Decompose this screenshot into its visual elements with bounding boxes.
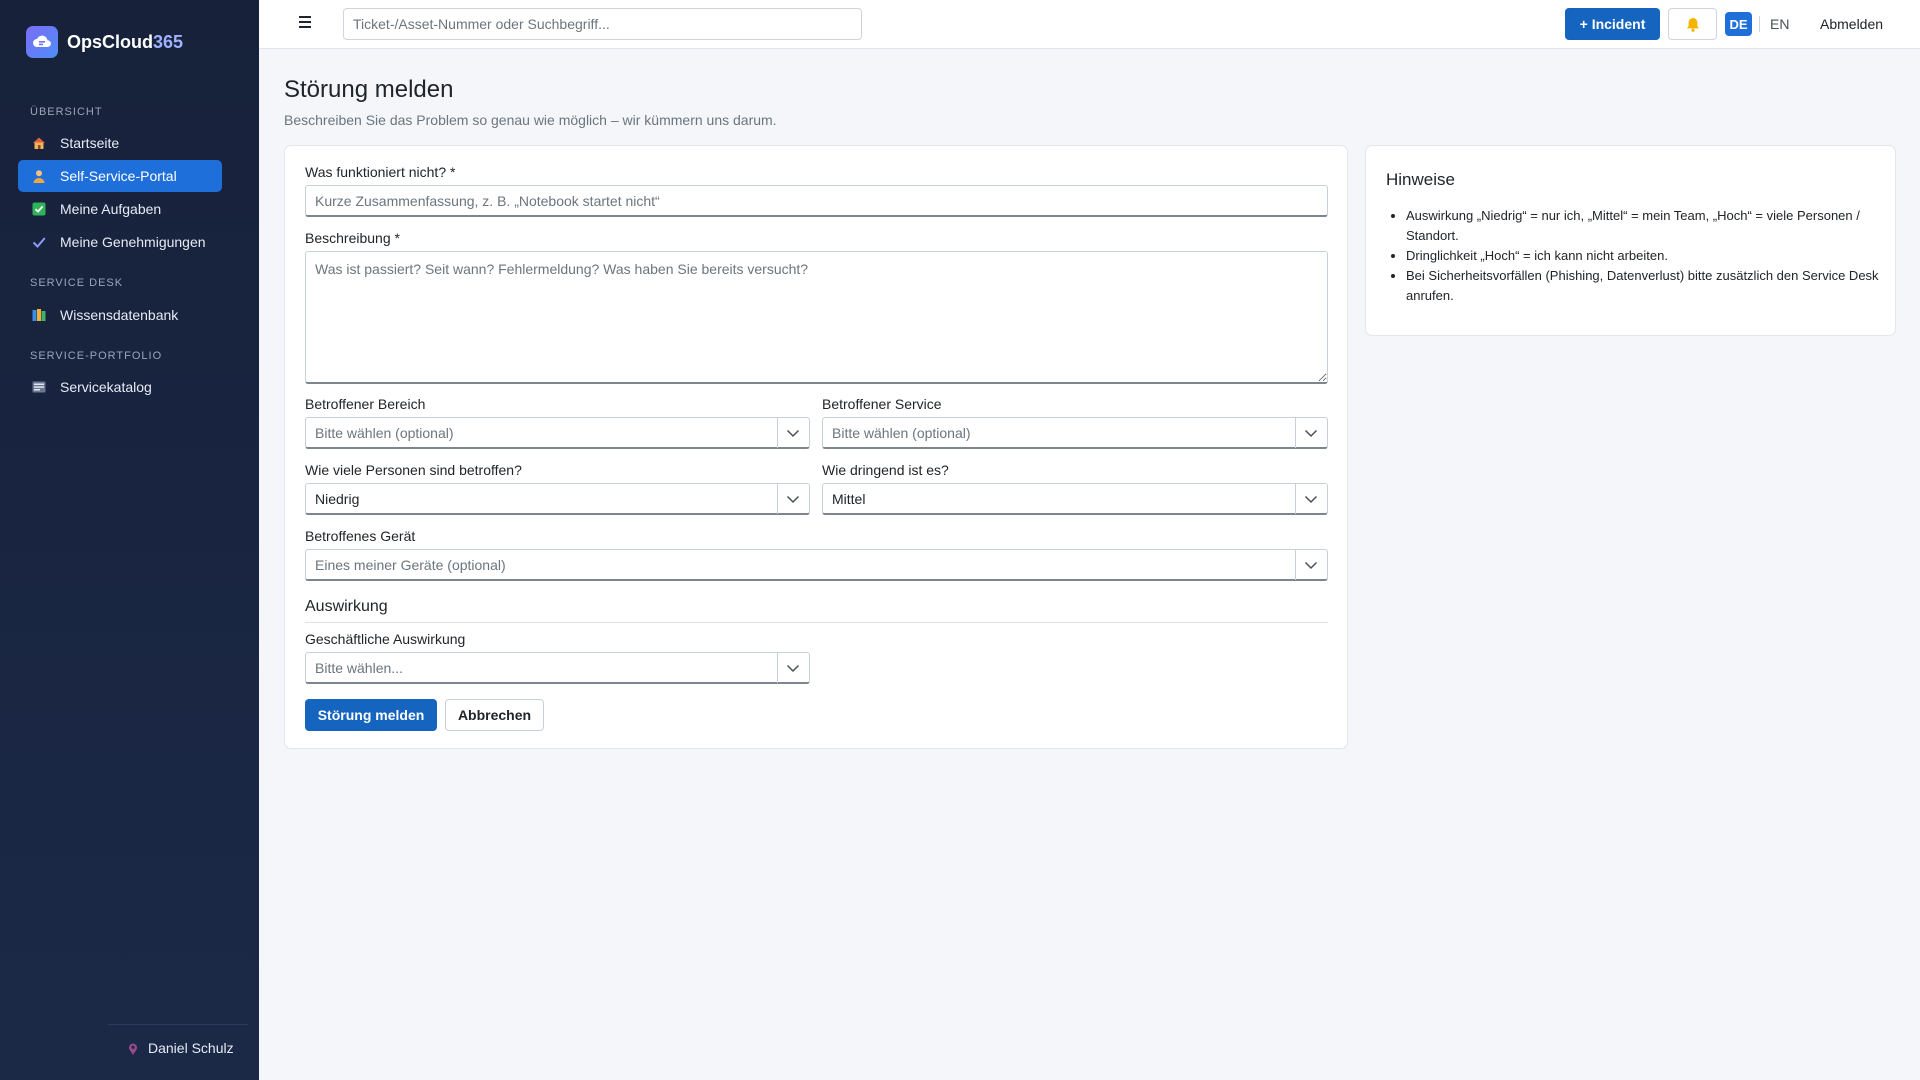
sidebar-item-label: Meine Genehmigungen <box>60 234 206 250</box>
language-en-button[interactable]: EN <box>1770 16 1789 32</box>
urgency-select[interactable]: Mittel <box>822 483 1328 515</box>
area-label: Betroffener Bereich <box>305 396 426 412</box>
chevron-down-icon <box>786 664 800 673</box>
pin-icon <box>128 1042 138 1055</box>
sidebar-item-servicekatalog[interactable]: Servicekatalog <box>18 371 222 403</box>
incident-form-card: Was funktioniert nicht? * Beschreibung *… <box>284 145 1348 749</box>
section-divider <box>305 622 1328 623</box>
sidebar-section-service-portfolio: Service-Portfolio <box>30 350 163 362</box>
sidebar: OpsCloud365 Übersicht Startseite Self-Se… <box>0 0 259 1080</box>
device-label: Betroffenes Gerät <box>305 528 416 544</box>
area-select-value: Bitte wählen (optional) <box>315 425 454 441</box>
hints-title: Hinweise <box>1386 170 1455 189</box>
sidebar-section-service-desk: Service Desk <box>30 277 124 289</box>
hamburger-menu-icon[interactable] <box>299 16 311 28</box>
device-select[interactable]: Eines meiner Geräte (optional) <box>305 549 1328 581</box>
page-title: Störung melden <box>284 76 454 103</box>
hints-list: Auswirkung „Niedrig“ = nur ich, „Mittel“… <box>1406 206 1881 306</box>
search-input[interactable] <box>343 8 862 40</box>
impact-people-label: Wie viele Personen sind betroffen? <box>305 462 522 478</box>
hint-item: Auswirkung „Niedrig“ = nur ich, „Mittel“… <box>1406 206 1881 246</box>
hint-item: Bei Sicherheitsvorfällen (Phishing, Date… <box>1406 266 1881 306</box>
user-name: Daniel Schulz <box>148 1040 234 1056</box>
device-select-value: Eines meiner Geräte (optional) <box>315 557 506 573</box>
sidebar-item-label: Startseite <box>60 135 120 151</box>
impact-people-select-value: Niedrig <box>315 491 360 507</box>
house-icon <box>32 136 46 150</box>
sidebar-item-label: Wissensdatenbank <box>60 307 179 323</box>
service-select-value: Bitte wählen (optional) <box>832 425 971 441</box>
language-separator <box>1759 16 1760 32</box>
chevron-down-icon <box>786 495 800 504</box>
select-separator <box>1295 418 1296 448</box>
catalog-icon <box>32 380 46 394</box>
topbar: + Incident DE EN Abmelden <box>259 0 1920 49</box>
bell-icon <box>1686 17 1699 32</box>
new-incident-button[interactable]: + Incident <box>1565 8 1660 40</box>
hints-card: Hinweise Auswirkung „Niedrig“ = nur ich,… <box>1365 145 1896 336</box>
logout-button[interactable]: Abmelden <box>1820 16 1883 32</box>
summary-input[interactable] <box>305 185 1328 217</box>
select-separator <box>777 653 778 683</box>
chevron-down-icon <box>1304 429 1318 438</box>
sidebar-item-meine-genehmigungen[interactable]: Meine Genehmigungen <box>18 226 222 258</box>
user-profile[interactable]: Daniel Schulz <box>128 1040 234 1056</box>
brand[interactable]: OpsCloud365 <box>26 26 183 58</box>
sidebar-item-wissensdatenbank[interactable]: Wissensdatenbank <box>18 299 222 331</box>
submit-incident-button[interactable]: Störung melden <box>305 699 437 731</box>
checkmark-icon <box>32 235 46 249</box>
chevron-down-icon <box>1304 495 1318 504</box>
business-impact-label: Geschäftliche Auswirkung <box>305 631 466 647</box>
urgency-select-value: Mittel <box>832 491 866 507</box>
language-de-button[interactable]: DE <box>1725 12 1752 36</box>
sidebar-item-label: Meine Aufgaben <box>60 201 162 217</box>
cloud-logo-icon <box>26 26 58 58</box>
page-subtitle: Beschreiben Sie das Problem so genau wie… <box>284 112 777 128</box>
brand-name: OpsCloud365 <box>67 31 184 52</box>
description-label: Beschreibung * <box>305 230 400 246</box>
urgency-label: Wie dringend ist es? <box>822 462 949 478</box>
sidebar-item-meine-aufgaben[interactable]: Meine Aufgaben <box>18 193 222 225</box>
sidebar-section-uebersicht: Übersicht <box>30 106 103 118</box>
sidebar-divider <box>108 1024 248 1025</box>
impact-section-heading: Auswirkung <box>305 598 388 615</box>
sidebar-item-startseite[interactable]: Startseite <box>18 127 222 159</box>
select-separator <box>777 484 778 514</box>
area-select[interactable]: Bitte wählen (optional) <box>305 417 810 449</box>
notifications-button[interactable] <box>1668 8 1717 40</box>
checkbox-icon <box>32 202 46 216</box>
service-label: Betroffener Service <box>822 396 942 412</box>
person-icon <box>32 169 46 183</box>
hint-item: Dringlichkeit „Hoch“ = ich kann nicht ar… <box>1406 246 1881 266</box>
business-impact-select[interactable]: Bitte wählen... <box>305 652 810 684</box>
service-select[interactable]: Bitte wählen (optional) <box>822 417 1328 449</box>
description-textarea[interactable] <box>305 251 1328 384</box>
chevron-down-icon <box>786 429 800 438</box>
select-separator <box>1295 484 1296 514</box>
books-icon <box>32 308 46 322</box>
impact-people-select[interactable]: Niedrig <box>305 483 810 515</box>
select-separator <box>1295 550 1296 580</box>
chevron-down-icon <box>1304 561 1318 570</box>
select-separator <box>777 418 778 448</box>
summary-label: Was funktioniert nicht? * <box>305 164 456 180</box>
sidebar-item-label: Servicekatalog <box>60 379 152 395</box>
sidebar-item-self-service-portal[interactable]: Self-Service-Portal <box>18 160 222 192</box>
business-impact-select-value: Bitte wählen... <box>315 660 403 676</box>
sidebar-item-label: Self-Service-Portal <box>60 168 177 184</box>
cancel-button[interactable]: Abbrechen <box>445 699 544 731</box>
